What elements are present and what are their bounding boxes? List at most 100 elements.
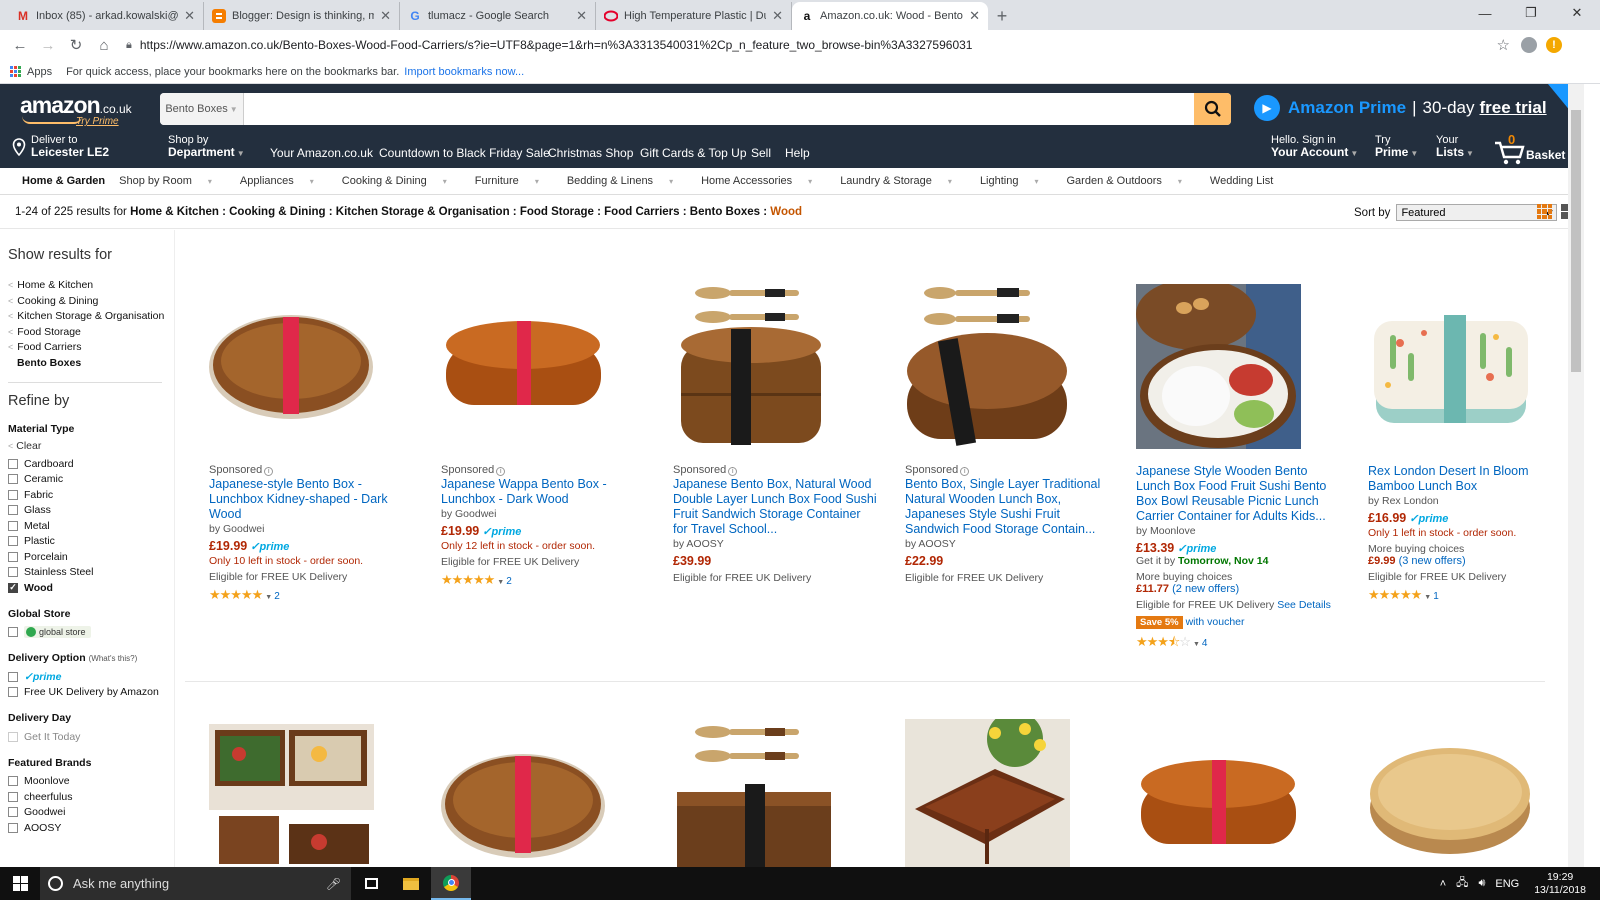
material-checkbox[interactable]: Glass (8, 503, 174, 519)
nav-link-black-friday[interactable]: Countdown to Black Friday Sale (379, 146, 550, 160)
minimize-icon[interactable]: — (1462, 0, 1508, 26)
clear-filter-link[interactable]: < Clear (8, 440, 174, 456)
new-tab-button[interactable]: + (988, 2, 1016, 30)
nav-link-help[interactable]: Help (785, 146, 810, 160)
subnav-item[interactable]: Lighting ▾ (980, 175, 1053, 187)
subnav-item[interactable]: Wedding List (1210, 175, 1273, 187)
cortana-search-box[interactable]: Ask me anything 🎤︎ (40, 867, 351, 900)
material-checkbox[interactable]: Ceramic (8, 472, 174, 488)
product-image[interactable] (1368, 285, 1533, 450)
brand-checkbox[interactable]: AOOSY (8, 820, 174, 836)
close-tab-icon[interactable]: ✕ (969, 8, 980, 24)
volume-icon[interactable]: 🔊︎ (1478, 877, 1485, 890)
material-checkbox-wood[interactable]: ✓ Wood (8, 580, 174, 596)
start-button[interactable] (0, 867, 40, 900)
restore-icon[interactable]: ❐ (1508, 0, 1554, 26)
subnav-item[interactable]: Laundry & Storage ▾ (840, 175, 966, 187)
profile-avatar-icon[interactable] (1516, 32, 1542, 58)
reload-icon[interactable]: ↻ (62, 32, 90, 58)
product-image[interactable] (1136, 724, 1301, 867)
scrollbar-thumb[interactable] (1571, 110, 1581, 372)
file-explorer-button[interactable] (391, 867, 431, 900)
subnav-home-garden[interactable]: Home & Garden (22, 175, 105, 187)
product-image[interactable] (905, 285, 1070, 450)
browser-tab-gmail[interactable]: M Inbox (85) - arkad.kowalski@gm ✕ (8, 2, 204, 30)
star-rating[interactable]: ★★★⯪☆ ▼ 4 (1136, 633, 1341, 655)
home-icon[interactable]: ⌂ (90, 32, 118, 58)
account-menu[interactable]: Hello. Sign in Your Account ▼ (1271, 134, 1358, 160)
search-input[interactable] (244, 93, 1194, 125)
bookmark-star-icon[interactable]: ☆ (1497, 36, 1510, 54)
prime-menu[interactable]: Try Prime ▼ (1375, 134, 1418, 160)
browser-tab-dupont[interactable]: High Temperature Plastic | DuPont ✕ (596, 2, 792, 30)
product-image[interactable] (905, 719, 1070, 867)
category-link[interactable]: < Kitchen Storage & Organisation (8, 310, 174, 326)
brand-checkbox[interactable]: Moonlove (8, 774, 174, 790)
new-offers-link[interactable]: (3 new offers) (1399, 555, 1466, 567)
material-checkbox[interactable]: Plastic (8, 534, 174, 550)
close-window-icon[interactable]: ✕ (1554, 0, 1600, 26)
update-alert-icon[interactable]: ! (1546, 37, 1562, 53)
close-tab-icon[interactable]: ✕ (772, 8, 783, 24)
browser-tab-google[interactable]: G tlumacz - Google Search ✕ (400, 2, 596, 30)
star-rating[interactable]: ★★★★★ ▼ 2 (209, 587, 414, 603)
material-checkbox[interactable]: Porcelain (8, 549, 174, 565)
get-it-today-checkbox[interactable]: Get It Today (8, 729, 174, 745)
subnav-item[interactable]: Shop by Room ▾ (119, 175, 226, 187)
brand-checkbox[interactable]: Goodwei (8, 805, 174, 821)
basket-button[interactable]: 0 Basket (1494, 132, 1565, 166)
forward-arrow-icon[interactable]: → (34, 32, 62, 58)
prime-trial-banner[interactable]: ▶ Amazon Prime | 30-day free trial (1254, 84, 1576, 123)
category-link[interactable]: < Home & Kitchen (8, 279, 174, 295)
deliver-to-button[interactable]: Deliver to Leicester LE2 (12, 134, 109, 158)
material-checkbox[interactable]: Metal (8, 518, 174, 534)
material-checkbox[interactable]: Cardboard (8, 456, 174, 472)
subnav-item[interactable]: Furniture ▾ (475, 175, 553, 187)
grid-view-icon[interactable] (1537, 204, 1552, 219)
subnav-item[interactable]: Bedding & Linens ▾ (567, 175, 687, 187)
search-category-dropdown[interactable]: Bento Boxes ▼ (160, 93, 244, 125)
microphone-icon[interactable]: 🎤︎ (326, 877, 341, 891)
close-tab-icon[interactable]: ✕ (380, 8, 391, 24)
close-tab-icon[interactable]: ✕ (184, 8, 195, 24)
clock[interactable]: 19:29 13/11/2018 (1534, 871, 1586, 897)
address-bar[interactable]: 🔒︎ https://www.amazon.co.uk/Bento-Boxes-… (124, 33, 1516, 57)
nav-link-gift-cards[interactable]: Gift Cards & Top Up (640, 146, 747, 160)
back-arrow-icon[interactable]: ← (6, 32, 34, 58)
search-button[interactable] (1194, 93, 1231, 125)
apps-link[interactable]: Apps (27, 66, 52, 78)
subnav-item[interactable]: Home Accessories ▾ (701, 175, 826, 187)
browser-tab-blogger[interactable]: Blogger: Design is thinking, made ✕ (204, 2, 400, 30)
task-view-button[interactable] (351, 867, 391, 900)
nav-link-sell[interactable]: Sell (751, 146, 771, 160)
product-image[interactable] (673, 724, 838, 867)
global-store-checkbox[interactable]: global store (8, 625, 174, 641)
chevron-up-icon[interactable]: ˄ (1440, 878, 1446, 890)
page-scrollbar[interactable] (1568, 84, 1584, 867)
category-link[interactable]: < Food Carriers (8, 341, 174, 357)
product-title-link[interactable]: Japanese Wappa Bento Box - Lunchbox - Da… (441, 477, 646, 507)
network-icon[interactable]: 🖧︎ (1456, 874, 1468, 893)
product-image[interactable] (441, 285, 606, 450)
star-rating[interactable]: ★★★★★ ▼ 2 (441, 572, 646, 588)
product-image[interactable] (209, 724, 374, 867)
material-checkbox[interactable]: Fabric (8, 487, 174, 503)
product-title-link[interactable]: Bento Box, Single Layer Traditional Natu… (905, 477, 1110, 537)
language-indicator[interactable]: ENG (1495, 878, 1519, 890)
subnav-item[interactable]: Cooking & Dining ▾ (342, 175, 461, 187)
nav-link-your-amazon[interactable]: Your Amazon.co.uk (270, 146, 373, 160)
product-image[interactable] (441, 724, 606, 867)
product-image[interactable] (1368, 724, 1533, 867)
free-uk-delivery-checkbox[interactable]: Free UK Delivery by Amazon (8, 685, 174, 701)
brand-checkbox[interactable]: cheerfulus (8, 789, 174, 805)
category-link[interactable]: < Cooking & Dining (8, 295, 174, 311)
lists-menu[interactable]: Your Lists ▼ (1436, 134, 1474, 160)
product-image[interactable] (1136, 284, 1301, 449)
see-details-link[interactable]: See Details (1277, 599, 1331, 611)
product-title-link[interactable]: Japanese-style Bento Box - Lunchbox Kidn… (209, 477, 414, 522)
new-offers-link[interactable]: (2 new offers) (1172, 583, 1239, 595)
product-title-link[interactable]: Rex London Desert In Bloom Bamboo Lunch … (1368, 464, 1573, 494)
browser-tab-amazon[interactable]: a Amazon.co.uk: Wood - Bento Bo ✕ (792, 2, 988, 30)
product-title-link[interactable]: Japanese Bento Box, Natural Wood Double … (673, 477, 878, 537)
whats-this-link[interactable]: (What's this?) (89, 654, 138, 663)
